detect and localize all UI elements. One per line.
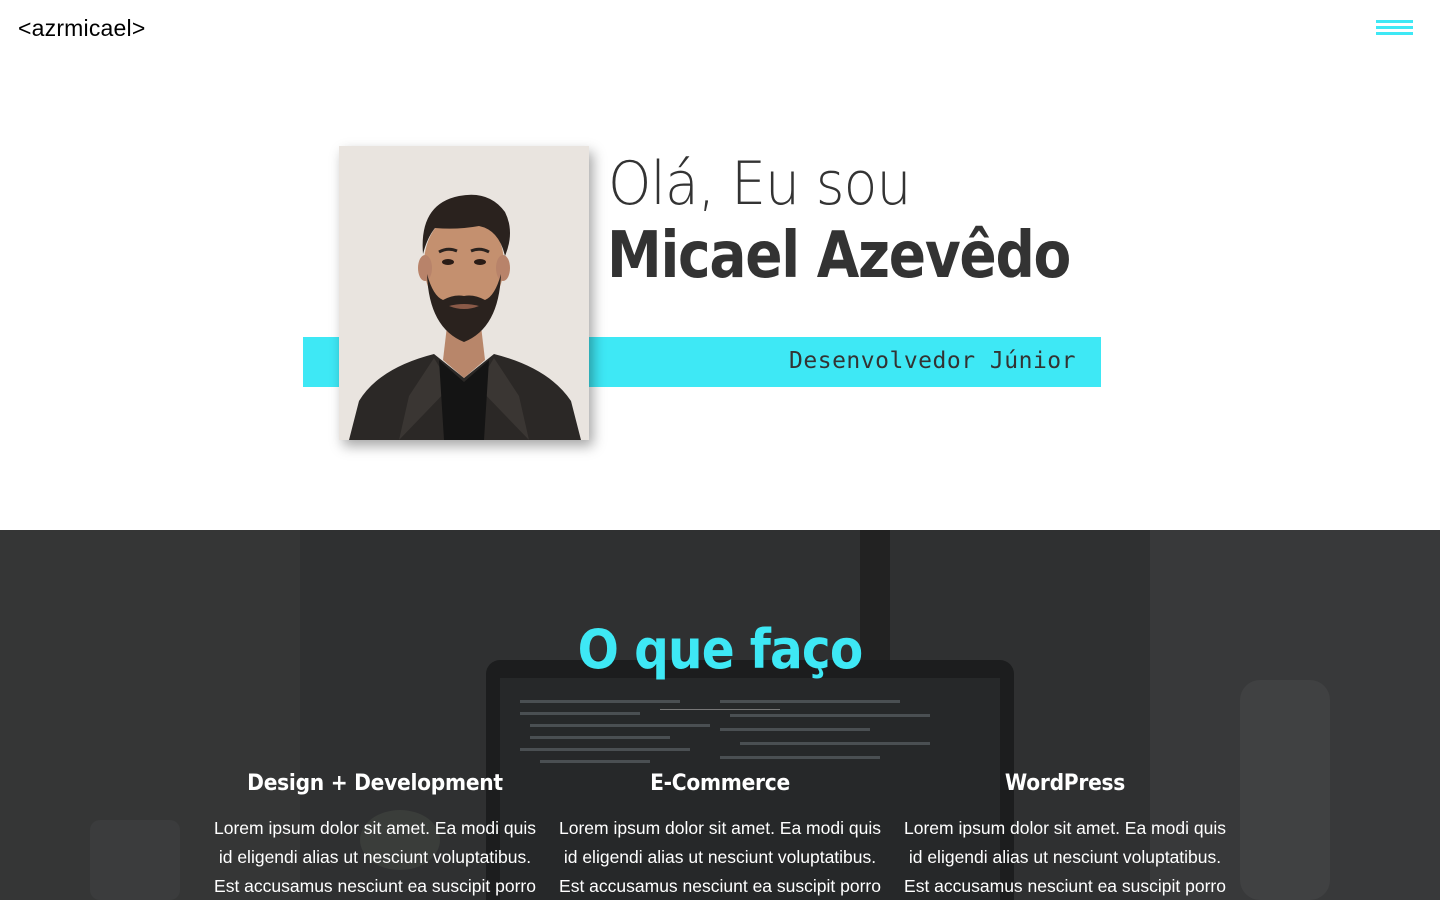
service-title: E-Commerce: [650, 771, 790, 796]
hamburger-menu-icon[interactable]: [1376, 20, 1414, 38]
service-description: Lorem ipsum dolor sit amet. Ea modi quis…: [214, 818, 536, 896]
service-card: E-Commerce Lorem ipsum dolor sit amet. E…: [555, 768, 885, 900]
service-description: Lorem ipsum dolor sit amet. Ea modi quis…: [559, 818, 881, 896]
hero-name: Micael Azevêdo: [607, 219, 1071, 293]
services-section: O que faço Design + Development Lorem ip…: [0, 530, 1440, 900]
title-divider: [660, 709, 780, 710]
services-title: O que faço: [577, 618, 864, 681]
service-title: WordPress: [1004, 771, 1126, 796]
service-description: Lorem ipsum dolor sit amet. Ea modi quis…: [904, 818, 1226, 896]
service-card: WordPress Lorem ipsum dolor sit amet. Ea…: [900, 768, 1230, 900]
profile-photo: [339, 146, 589, 440]
job-title: Desenvolvedor Júnior: [789, 348, 1076, 374]
hero-greeting: Olá, Eu sou: [608, 149, 911, 219]
service-title: Design + Development: [247, 771, 503, 796]
service-card: Design + Development Lorem ipsum dolor s…: [210, 768, 540, 900]
site-logo[interactable]: <azrmicael>: [18, 15, 145, 42]
